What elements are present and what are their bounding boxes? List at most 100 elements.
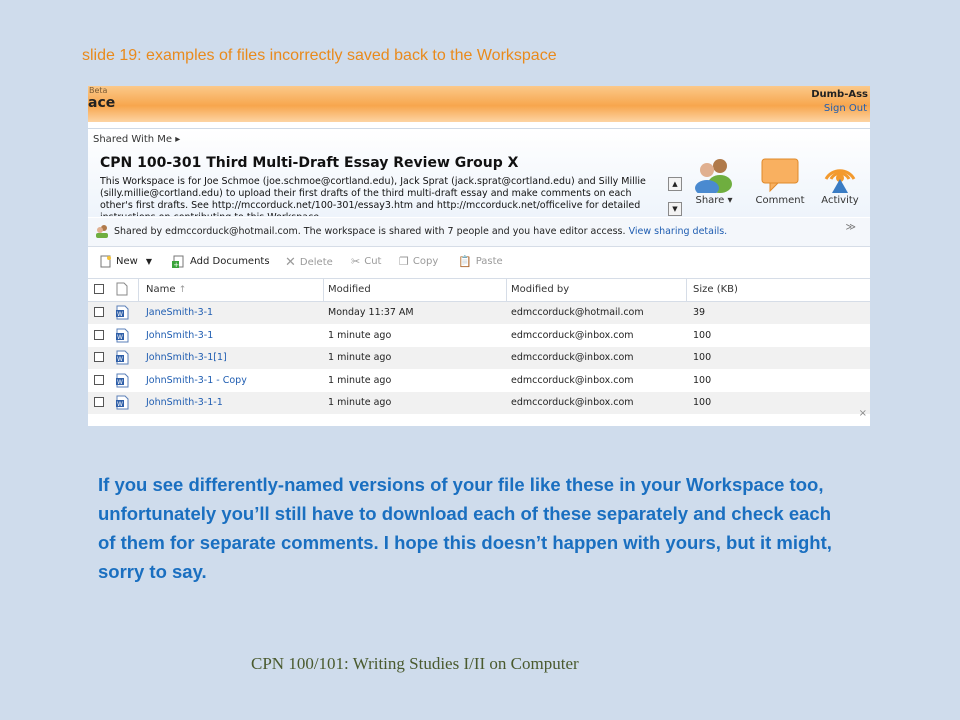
new-label: New [116,256,138,267]
copy-icon: ❐ [399,255,409,268]
row-checkbox[interactable] [94,352,104,362]
word-document-icon: W [116,395,129,410]
file-modified-by: edmccorduck@inbox.com [511,352,634,363]
sharing-info: Shared by edmccorduck@hotmail.com. The w… [114,226,727,237]
svg-text:W: W [117,401,123,408]
row-checkbox[interactable] [94,397,104,407]
close-icon[interactable]: × [859,408,867,419]
row-checkbox[interactable] [94,307,104,317]
size-column-header[interactable]: Size (KB) [693,284,738,295]
copy-button[interactable]: ❐ Copy [399,255,438,268]
cut-button[interactable]: ✂ Cut [351,255,381,268]
sort-ascending-icon: ↑ [178,285,187,295]
file-size: 100 [693,397,712,408]
table-header: Name ↑ Modified Modified by Size (KB) [88,278,870,302]
column-divider [686,279,687,301]
sharing-text: Shared by edmccorduck@hotmail.com. The w… [114,226,626,237]
delete-icon: ✕ [285,255,296,270]
file-modified-by: edmccorduck@inbox.com [511,374,634,386]
toolbar: New ▼ + Add Documents ✕ Delete ✂ Cut ❐ Co… [88,250,870,274]
workspace-header: Shared With Me ▸ CPN 100-301 Third Multi… [88,128,870,217]
table-row[interactable]: W JohnSmith-3-1 - Copy 1 minute ago edmccor… [88,370,870,392]
paste-label: Paste [475,256,503,267]
delete-button[interactable]: ✕ Delete [285,255,333,270]
file-size: 39 [693,307,706,318]
file-name-link[interactable]: JohnSmith-3-1 - Copy [146,375,247,386]
copy-label: Copy [412,256,439,267]
file-name-link[interactable]: JohnSmith-3-1 [146,330,213,341]
workspace-screenshot: Beta ace Dumb-Ass Sign Out Shared With M… [88,86,870,426]
row-checkbox[interactable] [94,374,104,385]
breadcrumb[interactable]: Shared With Me ▸ [93,134,180,145]
table-body: W JaneSmith-3-1 Monday 11:37 AM edmccorduck… [88,302,870,415]
file-modified-by: edmccorduck@inbox.com [511,397,634,408]
paste-button[interactable]: 📋 Paste [458,255,503,268]
course-footer: CPN 100/101: Writing Studies I/II on Com… [251,654,579,673]
sharing-bar: Shared by edmccorduck@hotmail.com. The w… [88,218,870,247]
new-button[interactable]: New ▼ [100,255,152,268]
delete-label: Delete [299,257,333,268]
row-checkbox[interactable] [94,329,104,340]
word-document-icon: W [116,373,129,387]
table-row[interactable]: W JohnSmith-3-1-1 1 minute ago edmccorduck@… [88,392,870,415]
add-documents-button[interactable]: + Add Documents [172,255,270,268]
share-button[interactable]: Share ▾ [679,157,749,206]
table-row[interactable]: W JaneSmith-3-1 Monday 11:37 AM edmccorduck… [88,302,870,325]
file-name-link[interactable]: JohnSmith-3-1-1 [146,397,223,408]
chevron-down-icon: ▼ [145,257,152,266]
new-document-icon [100,255,111,268]
column-divider [138,279,139,301]
select-all-checkbox[interactable] [94,284,104,294]
shared-people-icon [96,225,108,238]
share-label: Share ▾ [695,195,733,206]
file-type-icon [116,282,128,296]
svg-text:W: W [117,334,123,341]
file-table: Name ↑ Modified Modified by Size (KB) W J… [88,278,870,415]
svg-text:W: W [117,311,123,318]
file-modified: 1 minute ago [328,329,392,341]
sign-out-link[interactable]: Sign Out [824,103,867,114]
modified-column-header[interactable]: Modified [328,284,371,295]
user-name: Dumb-Ass [811,89,868,100]
view-sharing-details-link[interactable]: View sharing details. [629,226,728,237]
brand-bar: Beta ace Dumb-Ass Sign Out [88,86,870,122]
file-modified: 1 minute ago [328,352,392,363]
activity-button[interactable]: Activity [805,157,870,206]
file-size: 100 [693,329,712,341]
column-divider [323,279,324,301]
paste-icon: 📋 [458,255,472,268]
slide-title: slide 19: examples of files incorrectly … [82,47,557,64]
add-documents-label: Add Documents [190,256,270,267]
svg-text:W: W [117,356,123,363]
file-name-link[interactable]: JohnSmith-3-1[1] [146,352,227,363]
name-header-label: Name [146,284,176,295]
workspace-title: CPN 100-301 Third Multi-Draft Essay Revi… [100,155,519,171]
table-row[interactable]: W JohnSmith-3-1 1 minute ago edmccorduck@in… [88,325,870,347]
activity-label: Activity [821,195,859,206]
file-name-link[interactable]: JaneSmith-3-1 [146,307,213,318]
table-row[interactable]: W JohnSmith-3-1[1] 1 minute ago edmccorduck… [88,347,870,370]
beta-label: Beta [89,86,108,95]
name-column-header[interactable]: Name ↑ [146,284,186,295]
word-document-icon: W [116,305,129,320]
people-icon [695,159,732,193]
scissors-icon: ✂ [351,255,361,268]
file-modified: Monday 11:37 AM [328,307,414,318]
workspace-description: This Workspace is for Joe Schmoe (joe.sc… [100,176,646,216]
collapse-icon[interactable]: ≫ [846,222,856,233]
word-document-icon: W [116,328,129,342]
modified-by-column-header[interactable]: Modified by [511,284,569,295]
activity-icon [824,169,856,193]
file-size: 100 [693,352,712,363]
add-document-icon: + [172,255,184,268]
comment-icon [761,158,799,193]
cut-label: Cut [364,256,382,267]
svg-text:W: W [117,379,123,386]
file-modified-by: edmccorduck@hotmail.com [511,307,644,318]
file-size: 100 [693,374,712,386]
comment-label: Comment [755,195,805,206]
explanation-text: If you see differently-named versions of… [98,474,832,582]
file-modified: 1 minute ago [328,374,392,386]
brand-text: ace [88,95,116,111]
column-divider [506,279,507,301]
